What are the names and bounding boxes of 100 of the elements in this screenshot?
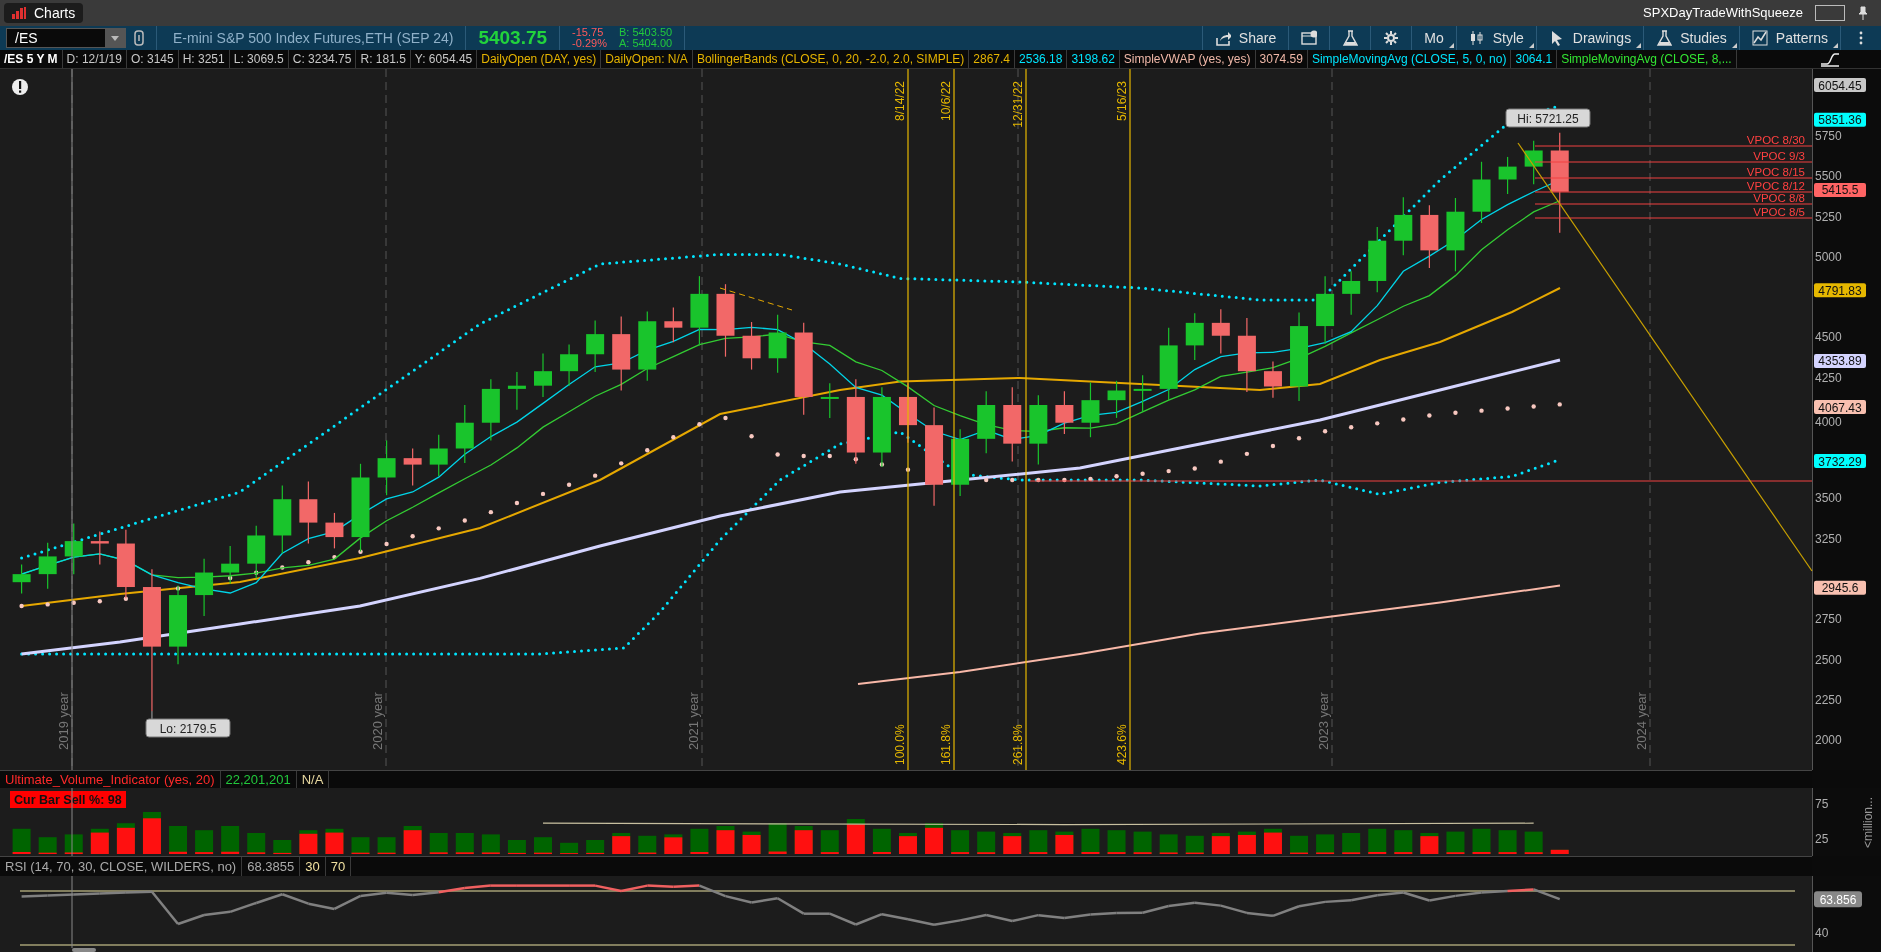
price-marker: 4067.43 bbox=[1814, 400, 1866, 415]
indicator-dot bbox=[71, 600, 76, 605]
indicator-dot bbox=[280, 565, 285, 570]
indicator-dot bbox=[671, 435, 676, 440]
candlestick bbox=[586, 319, 605, 373]
candlestick bbox=[377, 439, 396, 496]
last-price: 5403.75 bbox=[478, 25, 548, 50]
indicator-dot bbox=[1270, 443, 1276, 449]
candlestick bbox=[742, 321, 761, 371]
indicator-dot bbox=[619, 461, 624, 466]
candlestick bbox=[690, 275, 709, 346]
axis-tick-label: 4000 bbox=[1815, 414, 1842, 429]
sell-percent-badge: Cur Bar Sell %: 98 bbox=[10, 791, 126, 808]
alert-icon bbox=[12, 79, 28, 95]
leader-line bbox=[151, 710, 153, 720]
dropdown-icon[interactable] bbox=[105, 29, 125, 47]
indicator-dot bbox=[723, 415, 728, 421]
link-icon[interactable] bbox=[134, 30, 144, 46]
candlestick bbox=[1368, 226, 1387, 293]
study-label: L: 3069.5 bbox=[229, 50, 289, 68]
indicator-dot bbox=[879, 462, 885, 467]
axis-tick-label: 75 bbox=[1815, 797, 1829, 811]
candlestick bbox=[1029, 394, 1048, 466]
indicator-dot bbox=[1218, 459, 1223, 464]
bid-price: B: 5403.50 bbox=[618, 27, 673, 38]
indicator-dot bbox=[984, 477, 989, 483]
indicator-dot bbox=[1479, 408, 1484, 413]
scrollbar-thumb[interactable] bbox=[72, 948, 96, 952]
vpoc-label: VPOC 8/5 bbox=[1753, 206, 1805, 218]
indicator-dot bbox=[410, 534, 415, 539]
vpoc-label: VPOC 9/3 bbox=[1753, 150, 1805, 162]
indicator-dot bbox=[592, 473, 598, 478]
message-icon bbox=[1301, 30, 1318, 46]
candlestick bbox=[429, 434, 448, 477]
candlestick bbox=[1133, 374, 1152, 413]
axis-tick-label: 25 bbox=[1815, 832, 1829, 846]
bar-chart-icon bbox=[12, 7, 26, 19]
candlestick bbox=[273, 484, 292, 554]
layout-name: SPXDayTradeWithSqueeze bbox=[1643, 4, 1803, 23]
symbol-field[interactable]: /ES bbox=[6, 28, 126, 48]
candlestick bbox=[1316, 275, 1335, 345]
study-label: DailyOpen: N/A bbox=[601, 50, 693, 68]
indicator-dot bbox=[1244, 451, 1250, 457]
candlestick bbox=[768, 314, 787, 374]
study-label: 3198.62 bbox=[1067, 50, 1120, 68]
study-label: 2867.4 bbox=[969, 50, 1016, 68]
indicator-dot bbox=[1062, 477, 1067, 483]
vpoc-label: VPOC 8/30 bbox=[1746, 134, 1805, 146]
indicator-dot bbox=[436, 526, 441, 531]
candlestick bbox=[1211, 308, 1230, 355]
indicator-dot bbox=[1166, 468, 1171, 474]
indicator-dot bbox=[1010, 477, 1015, 483]
candlestick bbox=[116, 529, 135, 599]
indicator-dot bbox=[1322, 429, 1328, 434]
study-label: Y: 6054.45 bbox=[410, 50, 478, 68]
axis-tick-label: 5750 bbox=[1815, 129, 1842, 143]
indicator-dot bbox=[775, 452, 780, 457]
indicator-dot bbox=[697, 422, 702, 427]
fibonacci-ratio-label: 423.6% bbox=[1115, 724, 1129, 765]
study-label: 2536.18 bbox=[1015, 50, 1068, 68]
axis-tick-label: 2500 bbox=[1815, 652, 1842, 667]
indicator-dot bbox=[1192, 466, 1197, 471]
charts-tab[interactable]: Charts bbox=[4, 3, 84, 23]
indicator-dot bbox=[540, 491, 546, 497]
study-label: SimpleMovingAvg (CLOSE, 8,... bbox=[1557, 50, 1737, 68]
candlestick bbox=[1081, 381, 1100, 438]
axis-tick-label: 5000 bbox=[1815, 249, 1842, 264]
study-label: H: 3251 bbox=[178, 50, 230, 68]
candlestick bbox=[12, 563, 31, 595]
settings-icon bbox=[1383, 30, 1400, 46]
color-swatch[interactable] bbox=[1815, 5, 1845, 21]
candlestick bbox=[1472, 161, 1491, 224]
indicator-dot bbox=[1505, 406, 1510, 411]
indicator-dot bbox=[1114, 474, 1119, 479]
candlestick bbox=[481, 378, 500, 442]
candlestick bbox=[534, 352, 552, 398]
candlestick bbox=[638, 310, 657, 382]
pin-icon[interactable] bbox=[1857, 6, 1869, 20]
study-label: SimpleVWAP (yes, yes) bbox=[1119, 50, 1256, 68]
candlestick bbox=[64, 522, 83, 575]
candlestick bbox=[1394, 196, 1413, 256]
study-label: 3064.1 bbox=[1511, 50, 1558, 68]
axis-tick-label: 5250 bbox=[1815, 209, 1842, 224]
indicator-dot bbox=[306, 560, 311, 565]
indicator-dot bbox=[1348, 425, 1354, 430]
indicator-dot bbox=[514, 500, 520, 506]
indicator-dot bbox=[1557, 402, 1562, 407]
price-marker: 4791.83 bbox=[1814, 283, 1866, 298]
date-label: 5/16/23 bbox=[1115, 81, 1129, 122]
indicator-dot bbox=[1036, 477, 1041, 483]
study-label: D: 12/1/19 bbox=[62, 50, 127, 68]
curve-icon[interactable] bbox=[1819, 51, 1841, 67]
date-label: 8/14/22 bbox=[893, 81, 907, 122]
indicator-dot bbox=[462, 518, 467, 523]
share-icon bbox=[1214, 30, 1231, 46]
ask-price: A: 5404.00 bbox=[618, 38, 673, 49]
year-label: 2020 year bbox=[370, 692, 385, 750]
year-label: 2021 year bbox=[686, 692, 701, 750]
indicator-dot bbox=[1453, 410, 1458, 415]
indicator-dot bbox=[749, 434, 754, 439]
